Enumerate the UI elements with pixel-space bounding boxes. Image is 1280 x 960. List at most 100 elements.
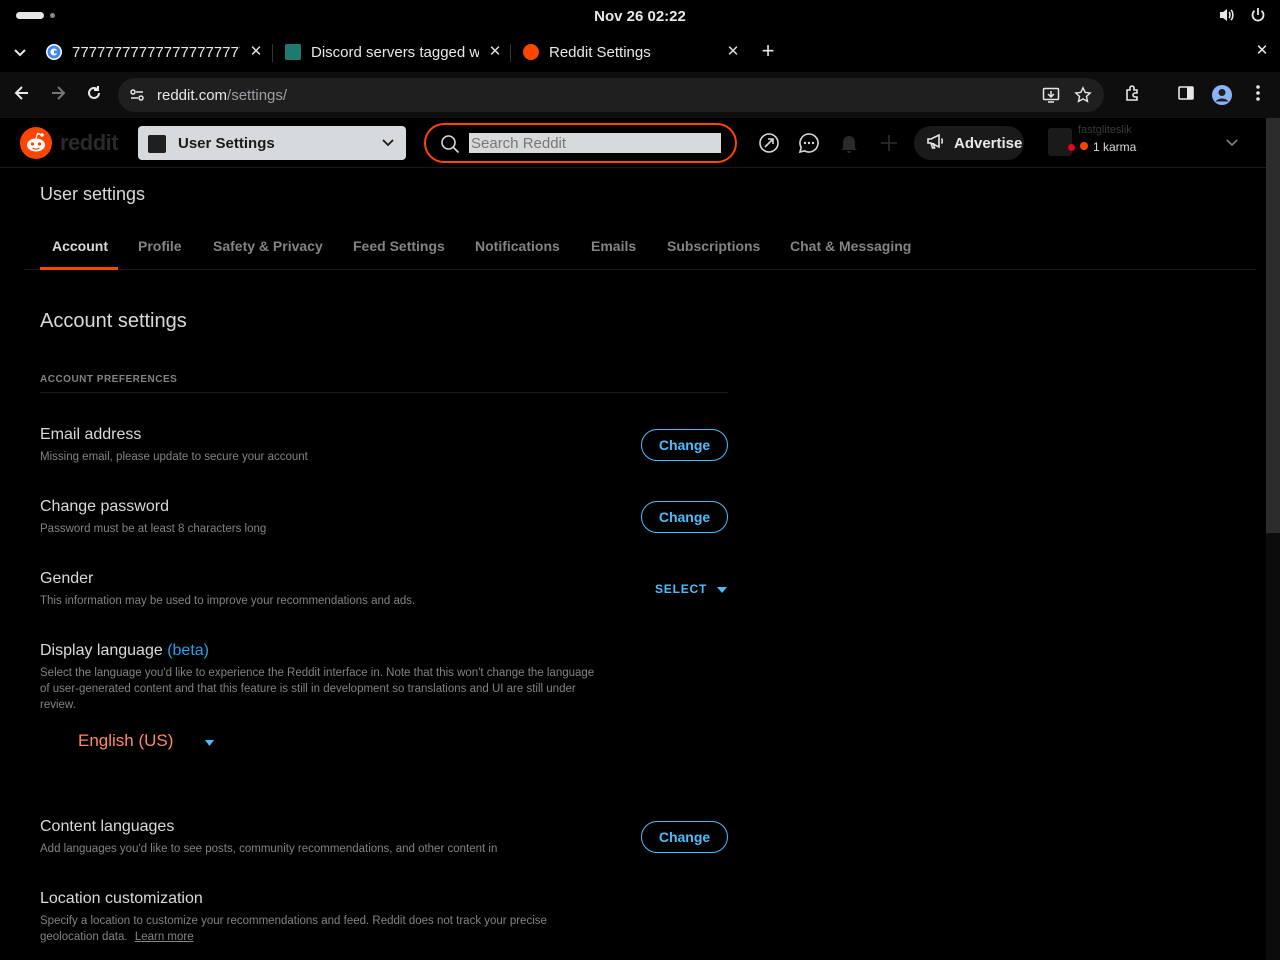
scrollbar-thumb[interactable] (1266, 118, 1280, 533)
email-title: Email address (40, 426, 142, 443)
volume-icon[interactable] (1218, 7, 1236, 23)
password-title: Change password (40, 498, 169, 515)
close-tab-icon[interactable]: ✕ (487, 44, 503, 60)
tab-subscriptions[interactable]: Subscriptions (667, 238, 760, 254)
tab-chat-messaging[interactable]: Chat & Messaging (790, 238, 911, 254)
gender-select[interactable]: SELECT (655, 582, 728, 596)
change-email-button[interactable]: Change (641, 429, 728, 461)
display-language-title: Display language (beta) (40, 642, 209, 660)
chevron-down-icon (1224, 134, 1240, 155)
new-tab-button[interactable]: + (757, 40, 779, 62)
user-menu[interactable]: fastgliteslik 1 karma (1048, 124, 1248, 162)
power-icon[interactable] (1250, 7, 1266, 23)
search-icon (440, 134, 460, 159)
gender-title: Gender (40, 570, 94, 587)
os-clock[interactable]: Nov 26 02:22 (0, 8, 1280, 25)
display-language-select[interactable]: English (US) (78, 731, 215, 751)
beta-badge: (beta) (167, 642, 209, 659)
caret-down-icon (717, 582, 728, 596)
popular-icon[interactable] (758, 132, 780, 154)
settings-page-icon (148, 135, 166, 153)
settings-tabs: Account Profile Safety & Privacy Feed Se… (24, 230, 1256, 270)
gender-description: This information may be used to improve … (40, 595, 416, 607)
reddit-logo-icon[interactable] (20, 127, 52, 159)
tab-profile[interactable]: Profile (138, 238, 182, 254)
advertise-label: Advertise (954, 134, 1023, 152)
gender-select-label: SELECT (655, 582, 708, 596)
megaphone-icon (926, 132, 946, 154)
username: fastgliteslik (1078, 124, 1132, 136)
search-input[interactable] (469, 133, 721, 153)
back-arrow-icon[interactable] (11, 84, 33, 106)
selected-language: English (US) (78, 731, 174, 750)
reddit-header: reddit User Settings Advertise fastglite… (0, 118, 1266, 168)
install-app-icon[interactable] (1042, 86, 1060, 109)
reddit-wordmark[interactable]: reddit (60, 130, 119, 156)
browser-menu-icon[interactable] (1247, 84, 1269, 106)
close-tab-icon[interactable]: ✕ (248, 44, 264, 60)
tab-account[interactable]: Account (52, 238, 108, 254)
site-info-icon[interactable] (129, 87, 145, 108)
tab-title: Discord servers tagged w (311, 43, 479, 61)
dropdown-label: User Settings (178, 135, 275, 152)
tab-notifications[interactable]: Notifications (475, 238, 560, 254)
tab-feed-settings[interactable]: Feed Settings (353, 238, 445, 254)
location-description: Specify a location to customize your rec… (40, 913, 600, 945)
tab-search-chevron-icon[interactable] (9, 40, 31, 62)
disboard-icon (285, 44, 301, 60)
online-status-dot (1068, 143, 1075, 151)
location-description-text: Specify a location to customize your rec… (40, 915, 547, 943)
profile-icon[interactable] (1211, 84, 1233, 106)
create-post-plus-icon[interactable] (878, 132, 900, 154)
tab-emails[interactable]: Emails (591, 238, 636, 254)
page-title: User settings (40, 184, 146, 204)
advertise-button[interactable]: Advertise (914, 126, 1024, 160)
email-description: Missing email, please update to secure y… (40, 451, 308, 463)
tab-title: 7777777777777777777777 (72, 43, 240, 61)
reload-icon[interactable] (83, 84, 105, 106)
browser-tab-google[interactable]: 7777777777777777777777 ✕ (46, 36, 264, 68)
reddit-search-box[interactable] (424, 123, 737, 163)
close-window-icon[interactable]: ✕ (1251, 40, 1273, 62)
url-text[interactable]: reddit.com/settings/ (157, 87, 287, 104)
learn-more-link[interactable]: Learn more (135, 931, 194, 943)
forward-arrow-icon[interactable] (47, 84, 69, 106)
side-panel-icon[interactable] (1175, 84, 1197, 106)
karma-count: 1 karma (1093, 140, 1137, 154)
browser-toolbar: reddit.com/settings/ (0, 72, 1280, 118)
google-icon (46, 44, 62, 60)
tab-title: Reddit Settings (549, 43, 651, 61)
section-subtitle: ACCOUNT PREFERENCES (40, 374, 178, 385)
url-path: /settings/ (227, 87, 288, 104)
change-password-button[interactable]: Change (641, 501, 728, 533)
community-dropdown[interactable]: User Settings (138, 126, 406, 160)
browser-tab-discord[interactable]: Discord servers tagged w ✕ (285, 36, 503, 68)
content-languages-title: Content languages (40, 818, 175, 835)
caret-down-icon (205, 731, 215, 751)
extensions-icon[interactable] (1122, 84, 1144, 106)
url-host: reddit.com (157, 87, 228, 104)
browser-tab-reddit-settings[interactable]: Reddit Settings ✕ (523, 36, 741, 68)
content-languages-description: Add languages you'd like to see posts, c… (40, 843, 498, 855)
display-language-description: Select the language you'd like to experi… (40, 667, 595, 711)
address-bar[interactable]: reddit.com/settings/ (118, 78, 1104, 112)
tab-safety-privacy[interactable]: Safety & Privacy (213, 238, 323, 254)
tab-divider (510, 44, 511, 62)
karma-display: 1 karma (1068, 140, 1136, 154)
os-top-bar: Nov 26 02:22 (0, 0, 1280, 32)
bookmark-star-icon[interactable] (1074, 86, 1092, 109)
password-description: Password must be at least 8 characters l… (40, 523, 267, 535)
karma-icon (1079, 140, 1089, 154)
notifications-bell-icon[interactable] (838, 132, 860, 154)
section-divider (40, 392, 728, 393)
browser-tab-strip: 7777777777777777777777 ✕ Discord servers… (0, 32, 1280, 72)
chevron-down-icon (380, 134, 396, 155)
display-language-label: Display language (40, 642, 163, 659)
close-tab-icon[interactable]: ✕ (725, 44, 741, 60)
location-title: Location customization (40, 890, 203, 907)
tab-divider (272, 44, 273, 62)
chat-icon[interactable] (798, 132, 820, 154)
change-content-languages-button[interactable]: Change (641, 821, 728, 853)
section-title: Account settings (40, 310, 187, 332)
active-tab-indicator (40, 267, 118, 270)
